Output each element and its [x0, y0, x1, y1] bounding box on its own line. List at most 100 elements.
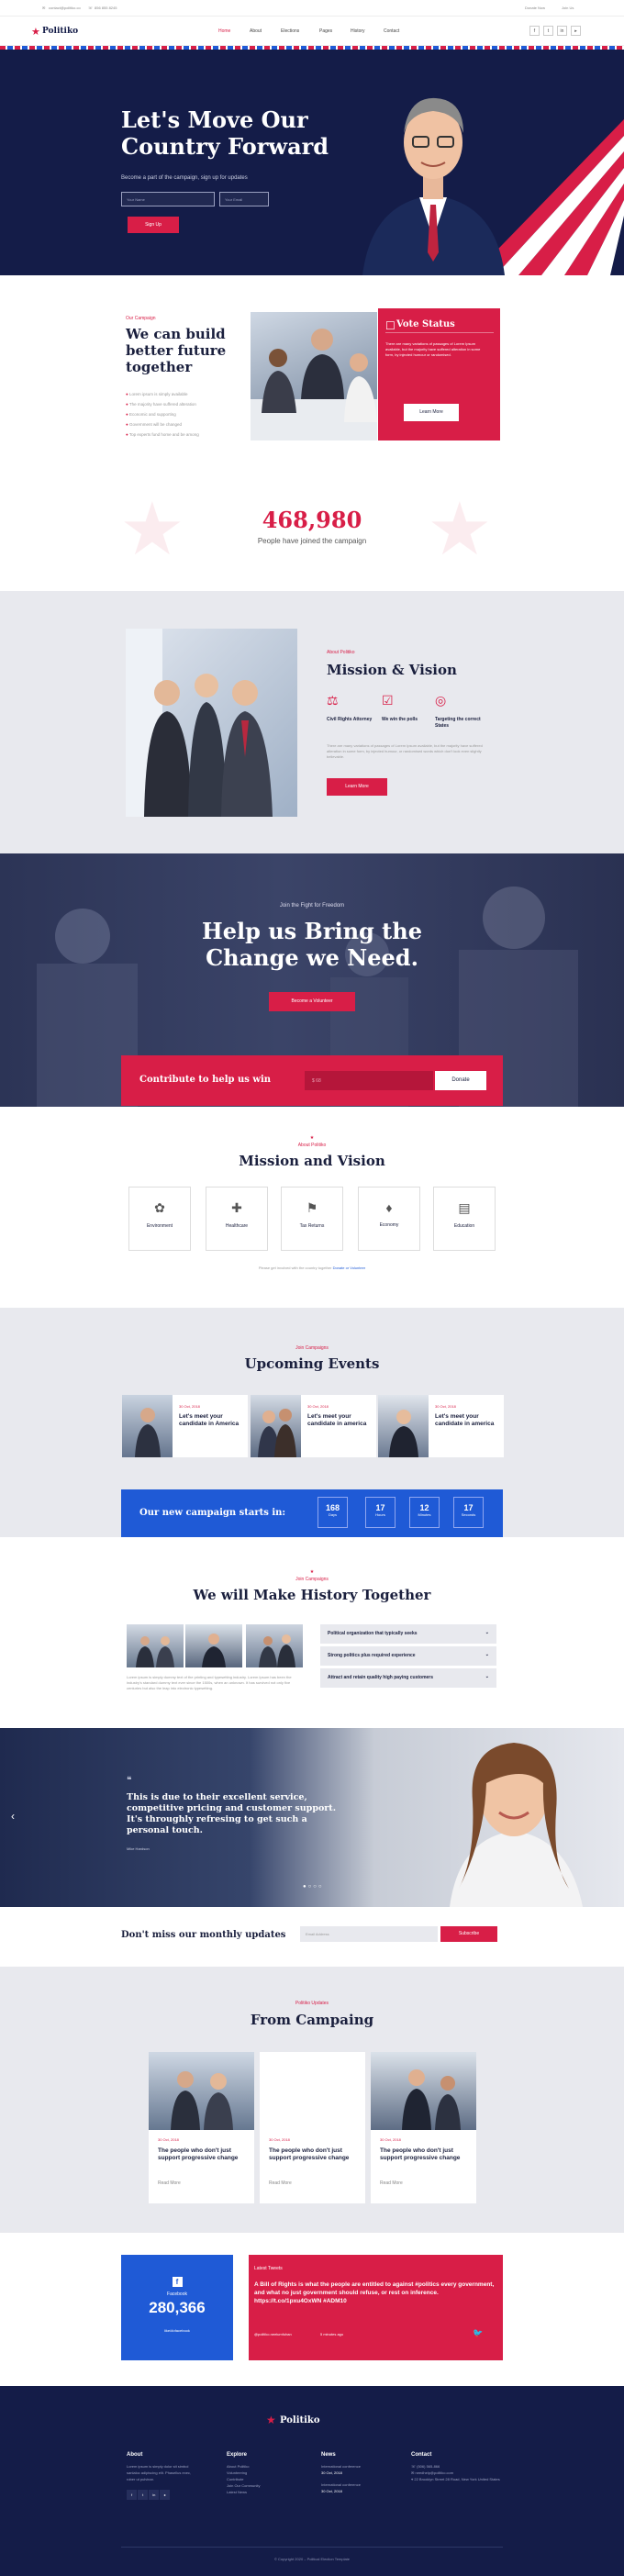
issue-economy[interactable]: ♦ Economy: [358, 1187, 420, 1251]
subscribe-button[interactable]: Subscribe: [440, 1926, 497, 1942]
news-photo: [371, 2052, 476, 2130]
issue-education[interactable]: ▤ Education: [433, 1187, 496, 1251]
news-title[interactable]: The people who don't just support progre…: [269, 2147, 359, 2162]
footer-link[interactable]: About Politiko: [227, 2463, 300, 2470]
email-icon: ✉: [42, 6, 46, 10]
accordion-item[interactable]: Political organization that typically se…: [320, 1624, 496, 1644]
footer-linkedin-icon[interactable]: in: [149, 2490, 160, 2500]
tweet-handle[interactable]: @politiko.neelumfuhan: [254, 2332, 292, 2336]
facebook-panel[interactable]: f Facebook 280,366 like/#ofacebook: [121, 2255, 233, 2360]
about2-title: Mission and Vision: [239, 1153, 385, 1169]
hero-name-input[interactable]: Your Name: [121, 192, 215, 206]
chevron-down-icon: ⌄: [485, 1630, 489, 1635]
issue-healthcare[interactable]: ✚ Healthcare: [206, 1187, 268, 1251]
countdown-unit: Hours: [375, 1512, 385, 1517]
campaign-list-item: ● Top experts fund home and be among: [126, 432, 199, 437]
chevron-left-icon[interactable]: ‹: [11, 1810, 15, 1823]
scales-icon: ⚖: [327, 693, 339, 708]
issue-environment[interactable]: ✿ Environment: [128, 1187, 191, 1251]
news-card[interactable]: 30 Oct, 2018 The people who don't just s…: [149, 2052, 254, 2203]
accordion-item[interactable]: Strong politics plus required experience…: [320, 1646, 496, 1666]
footer-facebook-icon[interactable]: f: [127, 2490, 137, 2500]
event-title[interactable]: Let's meet your candidate in america: [307, 1413, 372, 1428]
countdown-value: 168: [325, 1503, 340, 1512]
topbar-phone[interactable]: 856 855 8245: [95, 6, 117, 10]
events-eyebrow: Join Campaigns: [295, 1345, 329, 1351]
nav-about[interactable]: About: [250, 28, 262, 34]
hero-email-input[interactable]: Your Email: [219, 192, 269, 206]
news-card[interactable]: 30 Oct, 2018 The people who don't just s…: [371, 2052, 476, 2203]
topbar-join[interactable]: Join Us: [562, 6, 574, 10]
updates-title: From Campaing: [250, 2012, 374, 2028]
mission-section: [0, 591, 624, 853]
footer-news-date: 30 Oct, 2018: [321, 2470, 342, 2475]
event-card[interactable]: 30 Oct, 2018 Let's meet your candidate i…: [251, 1395, 376, 1457]
donate-volunteer-link[interactable]: Donate or Volunteer: [333, 1266, 366, 1270]
tweet-text: A Bill of Rights is what the people are …: [254, 2281, 495, 2304]
news-read-more[interactable]: Read More: [158, 2180, 181, 2186]
footer-email[interactable]: needhelp@politiko.com: [415, 2470, 453, 2475]
footer-phone[interactable]: (506) 565-866: [417, 2464, 440, 2469]
nav-contact[interactable]: Contact: [384, 28, 399, 34]
news-card[interactable]: 30 Oct, 2018 The people who don't just s…: [260, 2052, 365, 2203]
event-card[interactable]: 30 Oct, 2018 Let's meet your candidate i…: [122, 1395, 248, 1457]
topbar-donate[interactable]: Donate Now: [525, 6, 545, 10]
footer-youtube-icon[interactable]: ▸: [160, 2490, 171, 2500]
tweets-label: Latest Tweets: [254, 2266, 283, 2271]
history-photo-1: [127, 1624, 184, 1667]
donation-amount-input[interactable]: $ 68: [305, 1071, 433, 1090]
nav-elections[interactable]: Elections: [281, 28, 299, 34]
hero-title: Let's Move Our Country Forward: [121, 106, 329, 160]
youtube-icon[interactable]: ▸: [571, 26, 581, 36]
countdown-label: Our new campaign starts in:: [139, 1508, 286, 1518]
news-title[interactable]: The people who don't just support progre…: [158, 2147, 248, 2162]
book-icon: ▤: [458, 1200, 471, 1215]
news-date: 30 Oct, 2018: [269, 2137, 290, 2142]
mission-eyebrow: About Politiko: [327, 650, 355, 655]
news-title[interactable]: The people who don't just support progre…: [380, 2147, 470, 2162]
donate-button[interactable]: Donate: [435, 1071, 486, 1090]
tweet-time: 5 minutes ago: [320, 2332, 344, 2336]
event-card[interactable]: 30 Oct, 2018 Let's meet your candidate i…: [378, 1395, 504, 1457]
footer-link[interactable]: Volunteering: [227, 2470, 300, 2476]
footer-link[interactable]: Contribute: [227, 2476, 300, 2482]
countdown-seconds: 17 Seconds: [453, 1497, 484, 1528]
topbar-email[interactable]: contact@politiko.co: [49, 6, 81, 10]
footer-news-item[interactable]: International conference: [321, 2463, 404, 2470]
footer-link[interactable]: Latest News: [227, 2489, 300, 2495]
fight-eyebrow: Join the Fight for Freedom: [279, 903, 345, 909]
issue-label: Economy: [379, 1222, 399, 1228]
accordion-item[interactable]: Attract and retain quality high paying c…: [320, 1668, 496, 1688]
footer-twitter-icon[interactable]: t: [138, 2490, 149, 2500]
newsletter-email-input[interactable]: Email Address: [300, 1926, 438, 1942]
nav-home[interactable]: Home: [218, 28, 230, 34]
volunteer-button[interactable]: Become a Volunteer: [269, 992, 355, 1011]
campaign-eyebrow: Our Campaign: [126, 316, 156, 321]
footer-divider: [121, 2547, 503, 2548]
accordion-title: Attract and retain quality high paying c…: [328, 1675, 434, 1680]
facebook-icon: f: [172, 2277, 183, 2287]
accordion-title: Political organization that typically se…: [328, 1631, 418, 1636]
nav-pages[interactable]: Pages: [319, 28, 332, 34]
footer-link[interactable]: Join Our Community: [227, 2482, 300, 2489]
footer-news-item[interactable]: International conference: [321, 2481, 404, 2488]
event-title[interactable]: Let's meet your candidate in America: [179, 1413, 243, 1428]
event-title[interactable]: Let's meet your candidate in america: [435, 1413, 499, 1428]
hero-subtitle: Become a part of the campaign, sign up f…: [121, 175, 248, 181]
footer-brand[interactable]: Politiko: [280, 2415, 320, 2425]
linkedin-icon[interactable]: in: [557, 26, 567, 36]
chevron-down-icon: ⌄: [485, 1674, 489, 1679]
event-date: 30 Oct, 2018: [435, 1404, 456, 1409]
facebook-icon[interactable]: f: [529, 26, 540, 36]
brand-name[interactable]: Politiko: [42, 27, 78, 36]
issue-tax-returns[interactable]: ⚑ Tax Returns: [281, 1187, 343, 1251]
vote-learn-more-button[interactable]: Learn More: [404, 404, 459, 421]
news-read-more[interactable]: Read More: [269, 2180, 292, 2186]
news-read-more[interactable]: Read More: [380, 2180, 403, 2186]
twitter-icon[interactable]: t: [543, 26, 553, 36]
mission-learn-more-button[interactable]: Learn More: [327, 778, 387, 796]
hero-signup-button[interactable]: Sign Up: [128, 217, 179, 233]
nav-history[interactable]: History: [351, 28, 365, 34]
slider-dots[interactable]: ●○○○: [303, 1884, 324, 1890]
facebook-link[interactable]: like/#ofacebook: [121, 2328, 233, 2333]
